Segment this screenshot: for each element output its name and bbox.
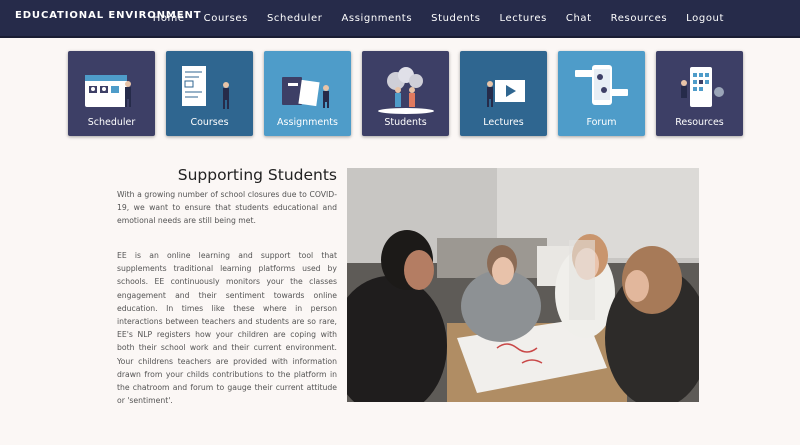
top-navbar: EDUCATIONAL ENVIRONMENT Home Courses Sch… (0, 0, 800, 38)
nav-lectures[interactable]: Lectures (500, 13, 547, 24)
tile-lectures[interactable]: Lectures (460, 51, 547, 136)
nav-home[interactable]: Home (153, 13, 185, 24)
tile-forum[interactable]: Forum (558, 51, 645, 136)
nav-assignments[interactable]: Assignments (341, 13, 412, 24)
nav-chat[interactable]: Chat (566, 13, 592, 24)
main-nav: Home Courses Scheduler Assignments Stude… (153, 0, 800, 36)
tile-scheduler[interactable]: Scheduler (68, 51, 155, 136)
tile-label: Forum (586, 117, 617, 128)
tile-label: Resources (675, 117, 724, 128)
description-paragraph: EE is an online learning and support too… (117, 251, 337, 406)
nav-courses[interactable]: Courses (204, 13, 248, 24)
tile-resources[interactable]: Resources (656, 51, 743, 136)
tile-courses[interactable]: Courses (166, 51, 253, 136)
intro-paragraph: With a growing number of school closures… (117, 190, 337, 226)
nav-resources[interactable]: Resources (611, 13, 667, 24)
tile-label: Courses (190, 117, 229, 128)
nav-logout[interactable]: Logout (686, 13, 724, 24)
nav-scheduler[interactable]: Scheduler (267, 13, 322, 24)
tile-label: Assignments (277, 117, 338, 128)
classroom-photo-image (347, 168, 699, 402)
tile-label: Students (384, 117, 427, 128)
tile-label: Lectures (483, 117, 524, 128)
students-photo (347, 168, 699, 402)
tile-assignments[interactable]: Assignments (264, 51, 351, 136)
tile-label: Scheduler (87, 117, 136, 128)
nav-students[interactable]: Students (431, 13, 480, 24)
section-heading: Supporting Students (177, 166, 337, 184)
tile-students[interactable]: Students (362, 51, 449, 136)
